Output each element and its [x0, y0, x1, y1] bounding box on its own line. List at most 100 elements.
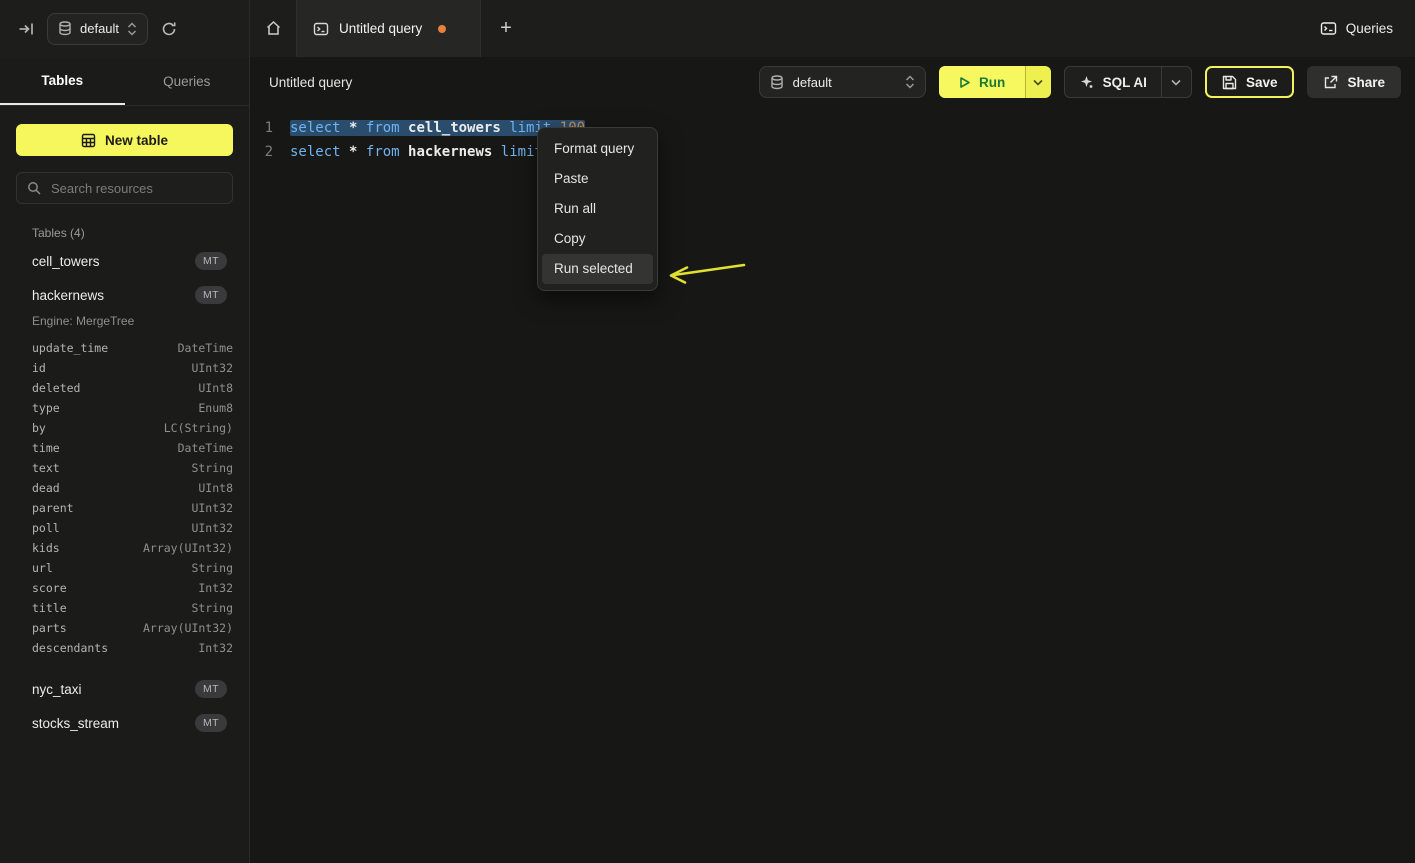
column-type: Enum8 [198, 401, 233, 415]
collapse-sidebar-icon[interactable] [18, 21, 34, 37]
column-type: UInt8 [198, 381, 233, 395]
run-button-group: Run [939, 66, 1051, 98]
query-title: Untitled query [269, 75, 352, 90]
share-button[interactable]: Share [1307, 66, 1401, 98]
tab-home[interactable] [250, 0, 296, 57]
new-table-label: New table [105, 133, 168, 148]
column-list: update_time DateTime id UInt32 deleted UInt… [16, 338, 233, 672]
sidebar-tab-queries[interactable]: Queries [125, 57, 250, 105]
column-row: type Enum8 [16, 398, 233, 418]
column-row: descendantsInt32 [16, 638, 233, 658]
column-type: UInt32 [191, 361, 233, 375]
table-name: nyc_taxi [32, 682, 82, 697]
topbar-right: Queries [1320, 0, 1415, 57]
menu-item-paste[interactable]: Paste [538, 164, 657, 194]
column-name: id [32, 361, 46, 375]
sparkle-icon [1079, 75, 1094, 90]
column-type: DateTime [178, 441, 233, 455]
sql-editor[interactable]: 1select * from cell_towers limit 100 2se… [251, 107, 1415, 164]
home-icon [265, 20, 282, 37]
sql-ai-label: SQL AI [1103, 75, 1147, 90]
menu-item-run-selected[interactable]: Run selected [542, 254, 653, 284]
column-name: score [32, 581, 67, 595]
topbar: default Untitled query + [0, 0, 1415, 57]
engine-badge: MT [195, 680, 227, 698]
sidebar-tab-tables[interactable]: Tables [0, 57, 125, 105]
column-row: parentUInt32 [16, 498, 233, 518]
database-icon [58, 21, 72, 36]
new-table-button[interactable]: New table [16, 124, 233, 156]
queries-button-label: Queries [1346, 21, 1393, 36]
sql-ai-button-group: SQL AI [1064, 66, 1192, 98]
toolbar-database-value: default [793, 75, 896, 90]
code-line-2[interactable]: select * from hackernews limit 100 [273, 140, 577, 164]
table-row-cell-towers[interactable]: cell_towers MT [16, 244, 233, 278]
editor-line[interactable]: 1select * from cell_towers limit 100 [251, 116, 1415, 140]
menu-item-copy[interactable]: Copy [538, 224, 657, 254]
column-row: titleString [16, 598, 233, 618]
sql-table-name: cell_towers [408, 120, 501, 136]
editor-context-menu: Format query Paste Run all Copy Run sele… [537, 127, 658, 291]
sql-star: * [349, 144, 357, 160]
column-row: pollUInt32 [16, 518, 233, 538]
table-row-hackernews[interactable]: hackernews MT [16, 278, 233, 312]
menu-item-run-all[interactable]: Run all [538, 194, 657, 224]
sql-keyword: select [290, 144, 341, 160]
run-options-button[interactable] [1025, 66, 1051, 98]
editor-line[interactable]: 2select * from hackernews limit 100 [251, 140, 1415, 164]
column-type: String [191, 461, 233, 475]
engine-badge: MT [195, 714, 227, 732]
column-name: type [32, 401, 60, 415]
topbar-database-selector[interactable]: default [47, 13, 148, 45]
sql-table-name: hackernews [408, 144, 492, 160]
table-row-nyc-taxi[interactable]: nyc_taxi MT [16, 672, 233, 706]
column-row: by LC(String) [16, 418, 233, 438]
refresh-icon[interactable] [161, 21, 177, 37]
queries-button[interactable]: Queries [1320, 20, 1393, 37]
sql-ai-button[interactable]: SQL AI [1065, 67, 1161, 97]
new-tab-button[interactable]: + [481, 0, 531, 57]
column-name: update_time [32, 341, 108, 355]
column-row: deleted UInt8 [16, 378, 233, 398]
column-name: deleted [32, 381, 80, 395]
column-row: id UInt32 [16, 358, 233, 378]
column-type: Int32 [198, 581, 233, 595]
column-name: url [32, 561, 53, 575]
queries-icon [1320, 20, 1337, 37]
tables-section-header: Tables (4) [32, 226, 233, 240]
updown-chevrons-icon [127, 22, 137, 36]
column-name: by [32, 421, 46, 435]
unsaved-dot [438, 25, 446, 33]
sql-star: * [349, 120, 357, 136]
search-input[interactable] [49, 180, 222, 197]
line-number: 2 [251, 140, 273, 164]
toolbar-database-selector[interactable]: default [759, 66, 926, 98]
column-type: LC(String) [164, 421, 233, 435]
column-row: deadUInt8 [16, 478, 233, 498]
topbar-database-value: default [80, 21, 119, 36]
tab-untitled-query[interactable]: Untitled query [296, 0, 481, 57]
run-button-label: Run [979, 75, 1005, 90]
column-row: urlString [16, 558, 233, 578]
tab-strip: Untitled query + [250, 0, 531, 57]
chevron-down-icon [1033, 79, 1043, 86]
menu-item-format-query[interactable]: Format query [538, 134, 657, 164]
run-button[interactable]: Run [939, 66, 1025, 98]
column-type: UInt8 [198, 481, 233, 495]
table-name: hackernews [32, 288, 104, 303]
main-panel: Untitled query default Run [251, 57, 1415, 863]
sidebar: Tables Queries New table Tables (4) cell… [0, 57, 250, 863]
sql-ai-options-button[interactable] [1161, 67, 1191, 97]
table-row-stocks-stream[interactable]: stocks_stream MT [16, 706, 233, 740]
column-type: DateTime [178, 341, 233, 355]
query-toolbar: default Run [759, 66, 1401, 98]
table-name: cell_towers [32, 254, 100, 269]
column-row: partsArray(UInt32) [16, 618, 233, 638]
column-type: Array(UInt32) [143, 541, 233, 555]
topbar-left: default [0, 0, 250, 57]
column-row: textString [16, 458, 233, 478]
column-row: kidsArray(UInt32) [16, 538, 233, 558]
column-row: score Int32 [16, 578, 233, 598]
updown-chevrons-icon [905, 75, 915, 89]
save-button[interactable]: Save [1205, 66, 1295, 98]
